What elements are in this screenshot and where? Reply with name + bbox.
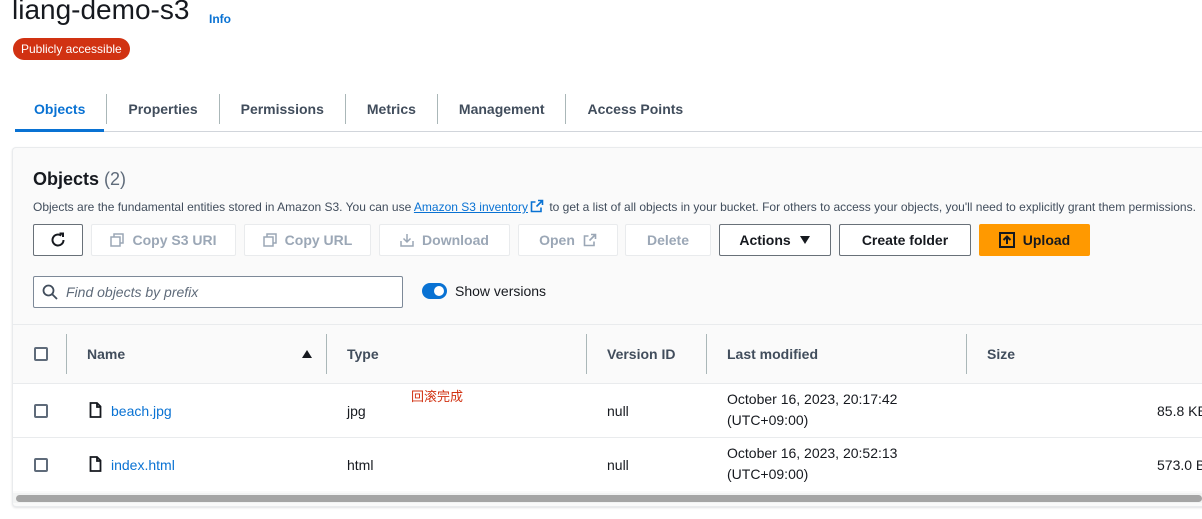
download-button[interactable]: Download (379, 224, 510, 256)
upload-button[interactable]: Upload (979, 224, 1090, 256)
column-divider (326, 334, 327, 374)
description-text-end: to get a list of all objects in your buc… (545, 200, 1196, 214)
show-versions-label: Show versions (455, 283, 547, 299)
delete-button[interactable]: Delete (625, 224, 711, 256)
open-button[interactable]: Open (518, 224, 618, 256)
caret-down-icon (799, 236, 810, 244)
column-divider (706, 334, 707, 374)
object-size: 573.0 B (1157, 457, 1202, 473)
copy-s3-uri-button[interactable]: Copy S3 URI (91, 224, 236, 256)
open-label: Open (539, 232, 575, 248)
column-divider (66, 334, 67, 374)
object-type: html (347, 457, 374, 473)
upload-icon (998, 232, 1015, 248)
object-last-modified: October 16, 2023, 20:52:13 (UTC+09:00) (727, 443, 897, 485)
toggle-knob (434, 286, 444, 296)
create-folder-button[interactable]: Create folder (839, 224, 971, 256)
public-access-badge: Publicly accessible (13, 38, 130, 60)
object-version-id: null (607, 457, 629, 473)
last-modified-timezone: (UTC+09:00) (727, 412, 809, 428)
copy-s3-uri-label: Copy S3 URI (132, 232, 217, 248)
search-input[interactable] (66, 284, 386, 300)
info-link[interactable]: Info (209, 12, 231, 26)
refresh-button[interactable] (33, 224, 83, 256)
last-modified-date: October 16, 2023, 20:52:13 (727, 445, 898, 461)
object-size: 85.8 KB (1157, 403, 1202, 419)
object-last-modified: October 16, 2023, 20:17:42 (UTC+09:00) (727, 389, 897, 431)
column-header-last-modified[interactable]: Last modified (727, 346, 818, 362)
rollback-complete-annotation: 回滚完成 (411, 389, 464, 404)
object-name-link[interactable]: beach.jpg (111, 403, 172, 419)
panel-title: Objects (2) (33, 169, 126, 190)
column-header-size[interactable]: Size (987, 346, 1015, 362)
last-modified-date: October 16, 2023, 20:17:42 (727, 391, 898, 407)
external-link-icon (583, 233, 597, 247)
tabs-border (15, 131, 1202, 132)
copy-url-label: Copy URL (284, 232, 353, 248)
upload-label: Upload (1022, 232, 1071, 248)
download-icon (400, 234, 414, 247)
refresh-icon (51, 232, 65, 247)
column-header-name[interactable]: Name (87, 346, 125, 362)
bucket-title: liang-demo-s3 (12, 0, 190, 25)
download-label: Download (422, 232, 489, 248)
panel-title-text: Objects (33, 169, 100, 189)
column-header-type[interactable]: Type (347, 346, 379, 362)
search-field[interactable] (33, 276, 403, 308)
tab-objects[interactable]: Objects (15, 93, 106, 125)
tab-access-points[interactable]: Access Points (566, 93, 704, 125)
s3-inventory-link[interactable]: Amazon S3 inventory (414, 200, 528, 214)
actions-label: Actions (739, 232, 791, 248)
object-count: (2) (104, 169, 127, 189)
column-divider (966, 334, 967, 374)
row-checkbox[interactable] (34, 404, 48, 418)
sort-ascending-icon[interactable] (301, 349, 313, 359)
search-icon (42, 284, 58, 300)
copy-icon (262, 233, 277, 247)
file-icon (89, 456, 102, 472)
column-header-version-id[interactable]: Version ID (607, 346, 675, 362)
column-divider (586, 334, 587, 374)
panel-description: Objects are the fundamental entities sto… (33, 199, 1202, 214)
file-icon (89, 402, 102, 418)
copy-url-button[interactable]: Copy URL (244, 224, 371, 256)
select-all-checkbox[interactable] (34, 347, 48, 361)
actions-dropdown[interactable]: Actions (719, 224, 831, 256)
active-tab-indicator (15, 129, 104, 132)
external-link-icon (530, 199, 544, 213)
create-folder-label: Create folder (861, 232, 949, 248)
description-text: Objects are the fundamental entities sto… (33, 200, 414, 214)
delete-label: Delete (646, 232, 690, 248)
scrollbar-thumb[interactable] (16, 495, 1202, 502)
copy-icon (110, 233, 125, 247)
object-version-id: null (607, 403, 629, 419)
tab-management[interactable]: Management (438, 93, 566, 125)
row-checkbox[interactable] (34, 458, 48, 472)
object-type: jpg (347, 403, 366, 419)
tab-properties[interactable]: Properties (107, 93, 218, 125)
bucket-tabs: Objects Properties Permissions Metrics M… (15, 86, 704, 132)
show-versions-toggle[interactable] (422, 283, 447, 299)
tab-permissions[interactable]: Permissions (220, 93, 345, 125)
object-name-link[interactable]: index.html (111, 457, 175, 473)
last-modified-timezone: (UTC+09:00) (727, 466, 809, 482)
tab-metrics[interactable]: Metrics (346, 93, 437, 125)
